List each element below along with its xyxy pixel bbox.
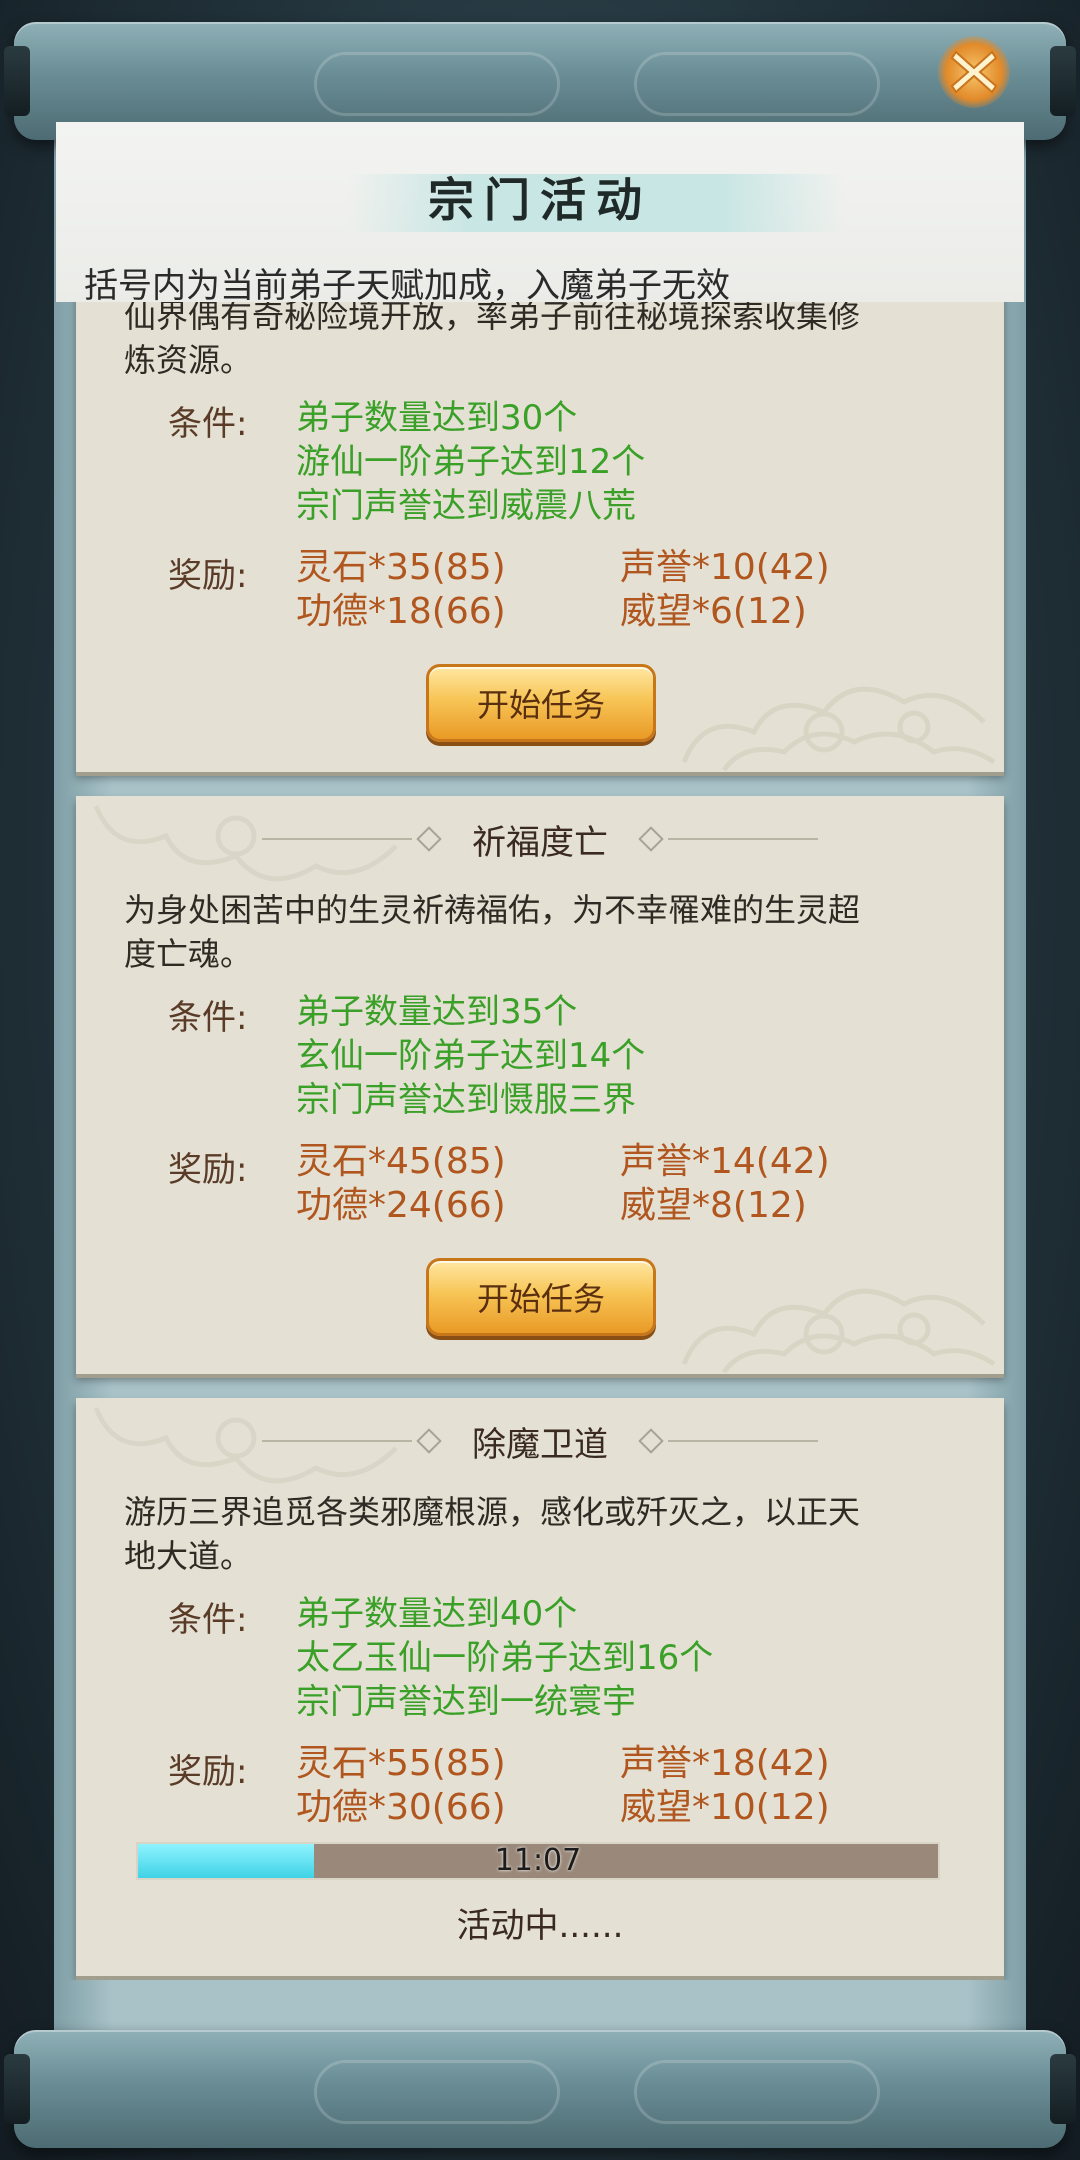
scroll-roller-bottom (4, 2030, 1076, 2148)
reward-item: 声誉*18(42) (620, 1743, 830, 1784)
reward-item: 灵石*45(85) (296, 1141, 506, 1182)
description-line: 地大道。 (124, 1537, 253, 1575)
reward-label: 奖励: (168, 1752, 248, 1792)
diamond-ornament-icon (638, 1428, 664, 1454)
description-line: 炼资源。 (124, 341, 253, 379)
activity-card: 除魔卫道 游历三界追觅各类邪魔根源，感化或歼灭之，以正天 地大道。 条件: 弟子… (76, 1398, 1004, 1976)
reward-item: 声誉*10(42) (620, 547, 830, 588)
roller-knob-left (4, 46, 30, 116)
condition-item: 弟子数量达到30个 (296, 398, 578, 438)
roller-decoration (634, 2060, 880, 2124)
description-line: 为身处困苦中的生灵祈祷福佑，为不幸罹难的生灵超 (124, 891, 861, 929)
reward-item: 灵石*55(85) (296, 1743, 506, 1784)
condition-list: 弟子数量达到40个 太乙玉仙一阶弟子达到16个 宗门声誉达到一统寰宇 (296, 1592, 713, 1724)
condition-item: 宗门声誉达到一统寰宇 (296, 1682, 636, 1722)
reward-item: 声誉*14(42) (620, 1141, 830, 1182)
condition-label: 条件: (168, 998, 248, 1038)
panel-header: 宗门活动 括号内为当前弟子天赋加成，入魔弟子无效 (56, 122, 1024, 306)
reward-item: 功德*24(66) (296, 1185, 506, 1226)
reward-item: 功德*18(66) (296, 591, 506, 632)
close-button[interactable] (938, 36, 1010, 108)
description-line: 游历三界追觅各类邪魔根源，感化或歼灭之，以正天 (124, 1493, 861, 1531)
cloud-decoration (681, 1288, 996, 1374)
reward-item: 威望*8(12) (620, 1185, 807, 1226)
roller-decoration (634, 52, 880, 116)
progress-timer: 11:07 (494, 1843, 582, 1878)
card-title-row: 祈福度亡 (76, 814, 1004, 864)
diamond-ornament-icon (416, 1428, 442, 1454)
panel-subtitle: 括号内为当前弟子天赋加成，入魔弟子无效 (84, 266, 730, 306)
condition-label: 条件: (168, 404, 248, 444)
condition-item: 太乙玉仙一阶弟子达到16个 (296, 1638, 714, 1678)
roller-knob-right (1050, 46, 1076, 116)
condition-label: 条件: (168, 1600, 248, 1640)
roller-decoration (314, 52, 560, 116)
divider (262, 838, 412, 840)
cloud-decoration (681, 686, 996, 772)
reward-item: 灵石*35(85) (296, 547, 506, 588)
activity-card: 祈福度亡 为身处困苦中的生灵祈祷福佑，为不幸罹难的生灵超 度亡魂。 条件: 弟子… (76, 796, 1004, 1374)
roller-knob-right (1050, 2054, 1076, 2124)
activity-title: 祈福度亡 (472, 822, 608, 863)
activity-list[interactable]: 仙界偶有奇秘险境开放，率弟子前往秘境探索收集修 炼资源。 条件: 弟子数量达到3… (56, 302, 1024, 1980)
card-title-row: 除魔卫道 (76, 1416, 1004, 1466)
diamond-ornament-icon (638, 826, 664, 852)
description-line: 度亡魂。 (124, 935, 253, 973)
roller-decoration (314, 2060, 560, 2124)
condition-list: 弟子数量达到30个 游仙一阶弟子达到12个 宗门声誉达到威震八荒 (296, 396, 645, 528)
reward-item: 威望*10(12) (620, 1787, 830, 1828)
condition-item: 宗门声誉达到慑服三界 (296, 1080, 636, 1120)
activity-description: 仙界偶有奇秘险境开放，率弟子前往秘境探索收集修 炼资源。 (124, 302, 964, 382)
divider (668, 838, 818, 840)
activity-progress-bar: 11:07 (136, 1842, 940, 1880)
divider (668, 1440, 818, 1442)
description-line: 仙界偶有奇秘险境开放，率弟子前往秘境探索收集修 (124, 302, 861, 335)
diamond-ornament-icon (416, 826, 442, 852)
start-task-button[interactable]: 开始任务 (426, 1258, 656, 1336)
reward-label: 奖励: (168, 556, 248, 596)
activity-title: 除魔卫道 (472, 1424, 608, 1465)
activity-description: 为身处困苦中的生灵祈祷福佑，为不幸罹难的生灵超 度亡魂。 (124, 888, 964, 976)
condition-item: 宗门声誉达到威震八荒 (296, 486, 636, 526)
condition-list: 弟子数量达到35个 玄仙一阶弟子达到14个 宗门声誉达到慑服三界 (296, 990, 645, 1122)
panel-title: 宗门活动 (428, 173, 652, 227)
close-x-icon (950, 50, 998, 94)
condition-item: 玄仙一阶弟子达到14个 (296, 1036, 646, 1076)
start-task-button[interactable]: 开始任务 (426, 664, 656, 742)
condition-item: 弟子数量达到40个 (296, 1594, 578, 1634)
activity-status: 活动中...... (456, 1906, 624, 1946)
divider (262, 1440, 412, 1442)
activity-card: 仙界偶有奇秘险境开放，率弟子前往秘境探索收集修 炼资源。 条件: 弟子数量达到3… (76, 302, 1004, 772)
condition-item: 游仙一阶弟子达到12个 (296, 442, 646, 482)
reward-item: 威望*6(12) (620, 591, 807, 632)
condition-item: 弟子数量达到35个 (296, 992, 578, 1032)
reward-item: 功德*30(66) (296, 1787, 506, 1828)
reward-label: 奖励: (168, 1150, 248, 1190)
roller-knob-left (4, 2054, 30, 2124)
activity-description: 游历三界追觅各类邪魔根源，感化或歼灭之，以正天 地大道。 (124, 1490, 964, 1578)
